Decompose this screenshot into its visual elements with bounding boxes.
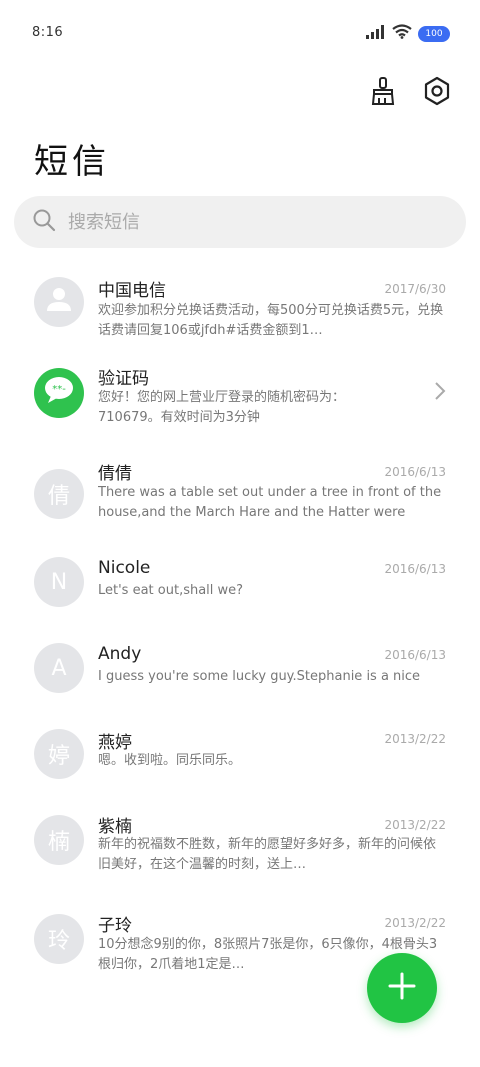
toolbar <box>366 76 454 110</box>
message-sender: 紫楠 <box>98 817 132 837</box>
message-sender: 燕婷 <box>98 733 132 753</box>
message-date: 2016/6/13 <box>384 562 446 576</box>
search-input[interactable] <box>68 211 428 233</box>
message-preview: 新年的祝福数不胜数，新年的愿望好多好多，新年的问候依旧美好，在这个温馨的时刻，送… <box>98 837 437 872</box>
message-sender: 中国电信 <box>98 281 166 301</box>
message-sender: Nicole <box>98 558 151 578</box>
wifi-icon <box>392 24 412 43</box>
chevron-right-icon[interactable] <box>434 381 446 405</box>
avatar: 倩 <box>34 469 84 519</box>
clean-broom-button[interactable] <box>366 76 400 110</box>
message-sender: 子玲 <box>98 916 132 936</box>
search-bar[interactable] <box>14 196 466 248</box>
message-preview: I guess you're some lucky guy.Stephanie … <box>98 669 421 684</box>
avatar: 楠 <box>34 815 84 865</box>
message-date: 2016/6/13 <box>384 648 446 662</box>
avatar: N <box>34 557 84 607</box>
broom-icon <box>369 76 397 110</box>
status-time: 8:16 <box>32 25 64 40</box>
avatar: 婷 <box>34 729 84 779</box>
messages-screen: 8:16 100 短信 搜索短信 中国电信 2017/6/30 欢迎参加积分兑换… <box>0 0 480 1067</box>
status-icons: 100 <box>366 24 450 43</box>
message-item-zinan[interactable]: 楠 紫楠 2013/2/22 新年的祝福数不胜数，新年的愿望好多好多，新年的问候… <box>0 804 480 902</box>
new-message-button[interactable] <box>367 953 437 1023</box>
message-sender: Andy <box>98 644 142 664</box>
message-sender: 验证码 <box>98 369 149 389</box>
message-item-andy[interactable]: A Andy 2016/6/13 I guess you're some luc… <box>0 632 480 718</box>
page-title: 短信 <box>34 142 110 182</box>
settings-button[interactable] <box>420 76 454 110</box>
message-item-qianqian[interactable]: 倩 倩倩 2016/6/13 There was a table set out… <box>0 446 480 546</box>
avatar: A <box>34 643 84 693</box>
message-date: 2017/6/30 <box>384 282 446 296</box>
message-preview: 您好！您的网上营业厅登录的随机密码为：710679。有效时间为3分钟 <box>98 390 346 425</box>
search-icon <box>32 208 56 236</box>
message-preview: 嗯。收到啦。同乐同乐。 <box>98 753 242 768</box>
message-sender: 倩倩 <box>98 464 132 484</box>
message-item-verification-code[interactable]: **- 验证码 您好！您的网上营业厅登录的随机密码为：710679。有效时间为3… <box>0 348 480 446</box>
chat-bubble-icon: **- <box>43 375 75 411</box>
plus-icon <box>387 971 417 1005</box>
message-item-nicole[interactable]: N Nicole 2016/6/13 Let's eat out,shall w… <box>0 546 480 632</box>
battery-icon: 100 <box>418 25 450 42</box>
avatar: **- <box>34 368 84 418</box>
message-list: 中国电信 2017/6/30 欢迎参加积分兑换话费活动，每500分可兑换话费5元… <box>0 262 480 994</box>
message-date: 2013/2/22 <box>384 732 446 746</box>
status-bar: 8:16 100 <box>0 0 480 64</box>
message-item-china-telecom[interactable]: 中国电信 2017/6/30 欢迎参加积分兑换话费活动，每500分可兑换话费5元… <box>0 262 480 348</box>
signal-icon <box>366 24 386 43</box>
avatar <box>34 277 84 327</box>
message-date: 2016/6/13 <box>384 465 446 479</box>
avatar: 玲 <box>34 914 84 964</box>
message-item-yanting[interactable]: 婷 燕婷 2013/2/22 嗯。收到啦。同乐同乐。 <box>0 718 480 804</box>
svg-text:**-: **- <box>52 384 66 395</box>
message-date: 2013/2/22 <box>384 818 446 832</box>
person-icon <box>44 284 74 320</box>
message-preview: There was a table set out under a tree i… <box>98 485 442 520</box>
message-date: 2013/2/22 <box>384 916 446 930</box>
settings-hexagon-icon <box>423 76 451 110</box>
message-preview: 欢迎参加积分兑换话费活动，每500分可兑换话费5元，兑换话费请回复106或jfd… <box>98 303 444 338</box>
message-preview: Let's eat out,shall we? <box>98 583 244 598</box>
